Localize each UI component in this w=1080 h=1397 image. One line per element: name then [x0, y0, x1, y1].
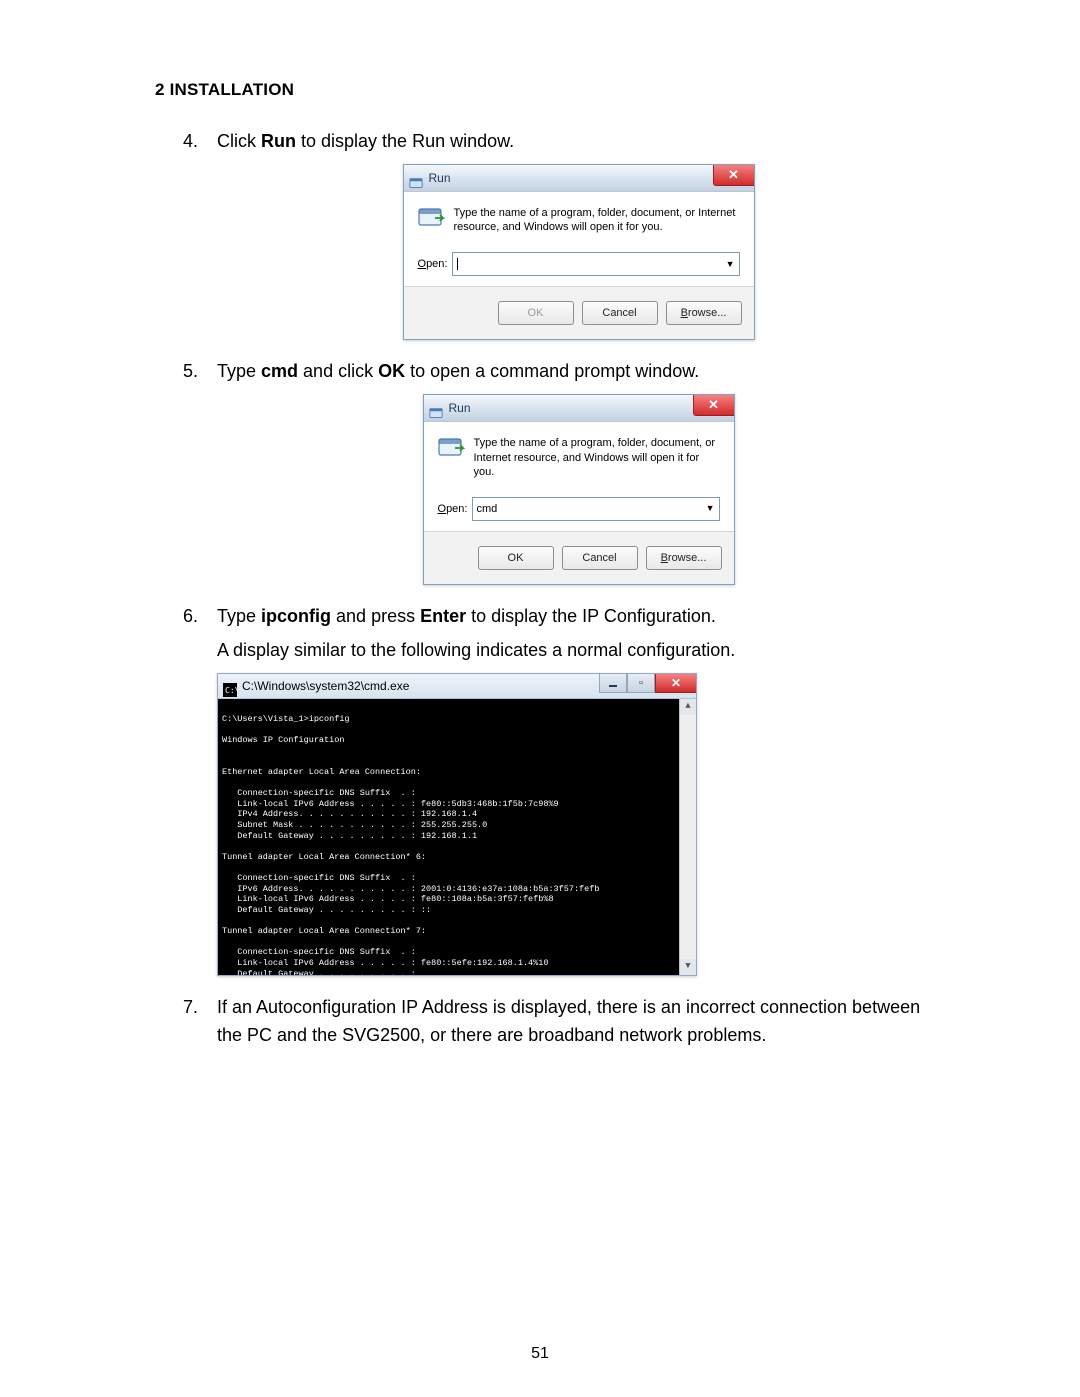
close-button[interactable]: ✕: [693, 395, 734, 416]
run-app-icon: [409, 171, 423, 185]
cmd-titlebar: C:\ C:\Windows\system32\cmd.exe ▫ ✕: [218, 674, 696, 699]
cancel-button[interactable]: Cancel: [562, 546, 638, 570]
cmd-window: C:\ C:\Windows\system32\cmd.exe ▫ ✕ C:\U…: [217, 673, 697, 976]
close-button[interactable]: ✕: [713, 165, 754, 186]
run-window-2: Run ✕ Type the name of a program, folder…: [423, 394, 735, 585]
minimize-button[interactable]: [599, 674, 627, 693]
run-title: Run: [429, 169, 451, 188]
open-label: Open:: [418, 256, 452, 273]
step-5: 5. Type cmd and click OK to open a comma…: [155, 358, 940, 585]
run-app-icon: [429, 401, 443, 415]
open-input[interactable]: ▼: [452, 252, 740, 276]
maximize-button[interactable]: ▫: [627, 674, 655, 693]
run-titlebar: Run ✕: [424, 395, 734, 422]
browse-button[interactable]: Browse...: [646, 546, 722, 570]
ok-button[interactable]: OK: [498, 301, 574, 325]
step-4: 4. Click Run to display the Run window. …: [155, 128, 940, 340]
section-heading: 2 INSTALLATION: [155, 80, 940, 100]
ok-button[interactable]: OK: [478, 546, 554, 570]
step-text: Click Run to display the Run window.: [217, 131, 514, 151]
run-description: Type the name of a program, folder, docu…: [454, 206, 740, 235]
step-number: 4.: [183, 128, 198, 156]
close-button[interactable]: ✕: [655, 674, 696, 693]
scroll-up-icon[interactable]: ▲: [680, 699, 696, 715]
page-number: 51: [0, 1345, 1080, 1363]
browse-button[interactable]: Browse...: [666, 301, 742, 325]
run-window-1: Run ✕ Type the name of a program, folder…: [403, 164, 755, 341]
step-6: 6. Type ipconfig and press Enter to disp…: [155, 603, 940, 976]
dropdown-arrow-icon[interactable]: ▼: [706, 502, 715, 516]
run-action-icon: [418, 206, 446, 228]
run-title: Run: [449, 399, 471, 418]
cmd-output: C:\Users\Vista_1>ipconfig Windows IP Con…: [218, 699, 696, 975]
step-number: 7.: [183, 994, 198, 1022]
step-text: If an Autoconfiguration IP Address is di…: [217, 997, 920, 1045]
step-number: 6.: [183, 603, 198, 631]
step-text: Type ipconfig and press Enter to display…: [217, 606, 716, 626]
svg-text:C:\: C:\: [225, 686, 237, 695]
run-titlebar: Run ✕: [404, 165, 754, 192]
run-action-icon: [438, 436, 466, 458]
open-label: Open:: [438, 501, 472, 518]
dropdown-arrow-icon[interactable]: ▼: [726, 258, 735, 272]
step-subtext: A display similar to the following indic…: [217, 637, 940, 665]
cmd-title-path: C:\Windows\system32\cmd.exe: [242, 677, 409, 696]
step-7: 7. If an Autoconfiguration IP Address is…: [155, 994, 940, 1050]
cancel-button[interactable]: Cancel: [582, 301, 658, 325]
step-text: Type cmd and click OK to open a command …: [217, 361, 699, 381]
cmd-scrollbar[interactable]: ▲ ▼: [679, 699, 696, 975]
run-description: Type the name of a program, folder, docu…: [474, 436, 720, 479]
scroll-down-icon[interactable]: ▼: [680, 959, 696, 975]
open-input[interactable]: cmd ▼: [472, 497, 720, 521]
step-number: 5.: [183, 358, 198, 386]
